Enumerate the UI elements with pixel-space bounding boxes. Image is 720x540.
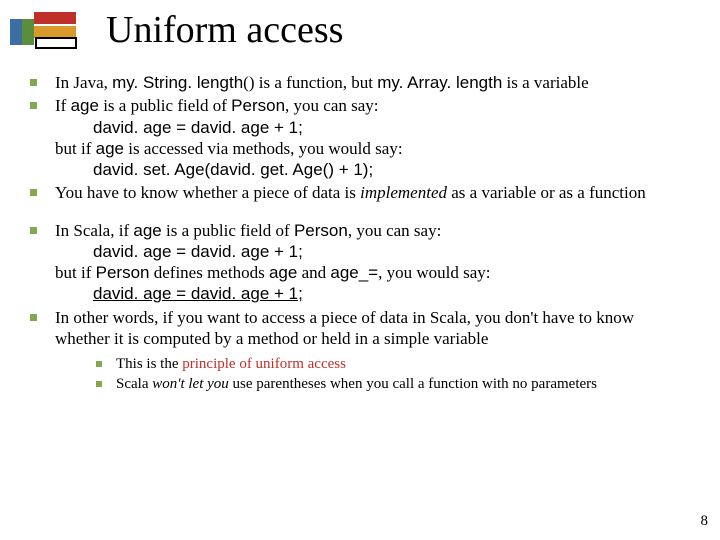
code: my. Array. length: [377, 73, 502, 92]
emphasis: implemented: [360, 183, 447, 202]
code: age: [71, 96, 99, 115]
bullet-5: In other words, if you want to access a …: [30, 307, 690, 350]
slide-title: Uniform access: [106, 8, 343, 52]
text: In other words, if you want to access a …: [55, 307, 690, 350]
code: age: [96, 139, 124, 158]
logo-icon: [10, 10, 88, 59]
bullet-icon: [30, 189, 37, 196]
code: Person: [294, 221, 348, 240]
code: david. age = david. age + 1;: [93, 118, 303, 137]
text: is a public field of: [99, 96, 231, 115]
bullet-icon: [30, 102, 37, 109]
text: , you can say:: [348, 221, 441, 240]
text: defines methods: [149, 263, 268, 282]
text: () is a function, but: [243, 73, 377, 92]
text: , you would say:: [378, 263, 490, 282]
code: david. age = david. age + 1;: [93, 284, 303, 303]
emphasis: won't let you: [152, 376, 229, 392]
bullet-icon: [30, 314, 37, 321]
text: If: [55, 96, 71, 115]
text: use parentheses when you call a function…: [229, 376, 597, 392]
code: age: [269, 263, 297, 282]
code: age: [133, 221, 161, 240]
bullet-icon: [30, 227, 37, 234]
sub-bullet-2: Scala won't let you use parentheses when…: [96, 375, 690, 394]
text: Scala: [116, 376, 152, 392]
sub-bullet-1: This is the principle of uniform access: [96, 355, 690, 374]
code: david. age = david. age + 1;: [93, 242, 303, 261]
bullet-icon: [96, 381, 102, 387]
text: , you can say:: [285, 96, 378, 115]
bullet-1: In Java, my. String. length() is a funct…: [30, 72, 690, 93]
bullet-icon: [30, 79, 37, 86]
text: In Scala, if: [55, 221, 133, 240]
text: but if: [55, 139, 96, 158]
text: is a public field of: [162, 221, 294, 240]
code: david. set. Age(david. get. Age() + 1);: [93, 160, 373, 179]
bullet-4: In Scala, if age is a public field of Pe…: [30, 220, 690, 305]
text: is accessed via methods, you would say:: [124, 139, 403, 158]
bullet-icon: [96, 361, 102, 367]
text: and: [297, 263, 330, 282]
text: In Java,: [55, 73, 112, 92]
text: is a variable: [502, 73, 588, 92]
page-number: 8: [701, 513, 709, 530]
code: my. String. length: [112, 73, 243, 92]
code: Person: [231, 96, 285, 115]
slide-body: In Java, my. String. length() is a funct…: [30, 72, 690, 395]
code: age_=: [330, 263, 378, 282]
text: This is the: [116, 356, 182, 372]
text: You have to know whether a piece of data…: [55, 183, 360, 202]
bullet-3: You have to know whether a piece of data…: [30, 182, 690, 203]
slide: Uniform access In Java, my. String. leng…: [0, 0, 720, 540]
text: but if: [55, 263, 96, 282]
bullet-2: If age is a public field of Person, you …: [30, 95, 690, 180]
code: Person: [96, 263, 150, 282]
text: as a variable or as a function: [447, 183, 646, 202]
highlight: principle of uniform access: [182, 356, 346, 372]
